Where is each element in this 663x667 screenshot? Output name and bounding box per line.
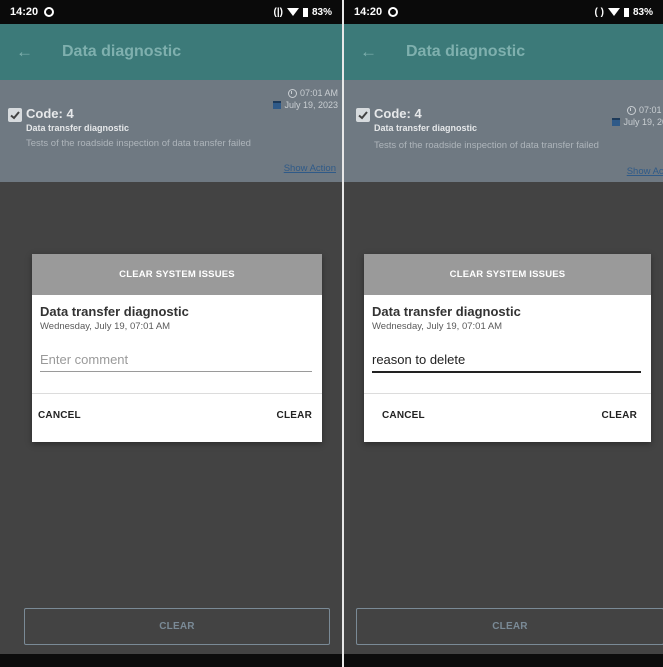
- issue-time: 07:01 AM: [287, 88, 338, 98]
- issue-description: Tests of the roadside inspection of data…: [26, 138, 251, 149]
- clock-icon: [287, 88, 297, 98]
- show-action-link[interactable]: Show Action: [627, 166, 663, 177]
- battery-percent: 83%: [632, 6, 653, 18]
- comment-underline: [40, 371, 312, 372]
- issue-date-text: July 19, 2023: [284, 100, 338, 110]
- page-title: Data diagnostic: [406, 43, 526, 60]
- phone-screen-right: 14:20 ( ) 83% ← Data diagnostic Code: 4 …: [344, 0, 663, 664]
- battery-icon: [302, 7, 308, 17]
- status-bar: 14:20 (|) 83%: [0, 0, 342, 24]
- dialog-title: Data transfer diagnostic: [40, 304, 189, 319]
- issue-subtitle: Data transfer diagnostic: [374, 123, 478, 133]
- vibrate-icon: ( ): [594, 6, 604, 18]
- diagnostic-list-item[interactable]: Code: 4 Data transfer diagnostic Tests o…: [0, 80, 342, 182]
- clear-button[interactable]: CLEAR: [602, 410, 637, 421]
- app-bar: ← Data diagnostic: [0, 24, 342, 80]
- dialog-separator: [364, 393, 651, 394]
- comment-underline: [372, 371, 641, 373]
- checkbox-checked-icon[interactable]: [8, 108, 22, 122]
- battery-percent: 83%: [311, 6, 332, 18]
- comment-input[interactable]: [372, 346, 641, 372]
- wifi-icon: [286, 8, 299, 16]
- battery-icon: [623, 7, 629, 17]
- dialog-header: CLEAR SYSTEM ISSUES: [32, 254, 322, 295]
- clear-bottom-button[interactable]: CLEAR: [24, 608, 330, 645]
- dialog-date: Wednesday, July 19, 07:01 AM: [372, 321, 503, 332]
- page-title: Data diagnostic: [62, 43, 182, 60]
- dialog-title: Data transfer diagnostic: [372, 304, 521, 319]
- dialog-separator: [32, 393, 322, 394]
- cancel-button[interactable]: CANCEL: [382, 410, 425, 421]
- comment-input[interactable]: [40, 346, 312, 372]
- clear-issues-dialog: CLEAR SYSTEM ISSUES Data transfer diagno…: [364, 254, 651, 442]
- calendar-icon: [273, 101, 282, 109]
- issue-description: Tests of the roadside inspection of data…: [374, 140, 599, 151]
- show-action-link[interactable]: Show Action: [284, 163, 336, 174]
- issue-time-text: 07:01 AM: [299, 88, 338, 98]
- diagnostic-list-item[interactable]: Code: 4 Data transfer diagnostic Tests o…: [344, 80, 663, 182]
- dialog-header: CLEAR SYSTEM ISSUES: [364, 254, 651, 295]
- issue-date: July 19, 2023: [273, 100, 338, 110]
- checkbox-checked-icon[interactable]: [356, 108, 370, 122]
- clock-icon: [626, 105, 636, 115]
- clear-button[interactable]: CLEAR: [277, 410, 312, 421]
- issue-code: Code: 4: [374, 106, 422, 121]
- vibrate-icon: (|): [273, 6, 283, 18]
- issue-time-text: 07:01 AM: [638, 105, 663, 115]
- clear-issues-dialog: CLEAR SYSTEM ISSUES Data transfer diagno…: [32, 254, 322, 442]
- nav-strip: [344, 654, 663, 664]
- dialog-date: Wednesday, July 19, 07:01 AM: [40, 321, 171, 332]
- arrow-left-icon[interactable]: ←: [360, 42, 384, 62]
- cancel-button[interactable]: CANCEL: [38, 410, 81, 421]
- status-time: 14:20: [354, 6, 383, 18]
- app-bar: ← Data diagnostic: [344, 24, 663, 80]
- status-bar: 14:20 ( ) 83%: [344, 0, 663, 24]
- issue-time: 07:01 AM: [626, 105, 663, 115]
- arrow-left-icon[interactable]: ←: [16, 42, 40, 62]
- issue-date-text: July 19, 2023: [623, 117, 663, 127]
- power-icon: [388, 7, 399, 17]
- power-icon: [44, 7, 55, 17]
- status-time: 14:20: [10, 6, 39, 18]
- phone-screen-left: 14:20 (|) 83% ← Data diagnostic Code: 4 …: [0, 0, 342, 664]
- issue-date: July 19, 2023: [612, 117, 663, 127]
- issue-subtitle: Data transfer diagnostic: [26, 123, 130, 133]
- nav-strip: [0, 654, 342, 664]
- clear-bottom-button[interactable]: CLEAR: [356, 608, 663, 645]
- issue-code: Code: 4: [26, 106, 74, 121]
- calendar-icon: [612, 118, 621, 126]
- wifi-icon: [607, 8, 620, 16]
